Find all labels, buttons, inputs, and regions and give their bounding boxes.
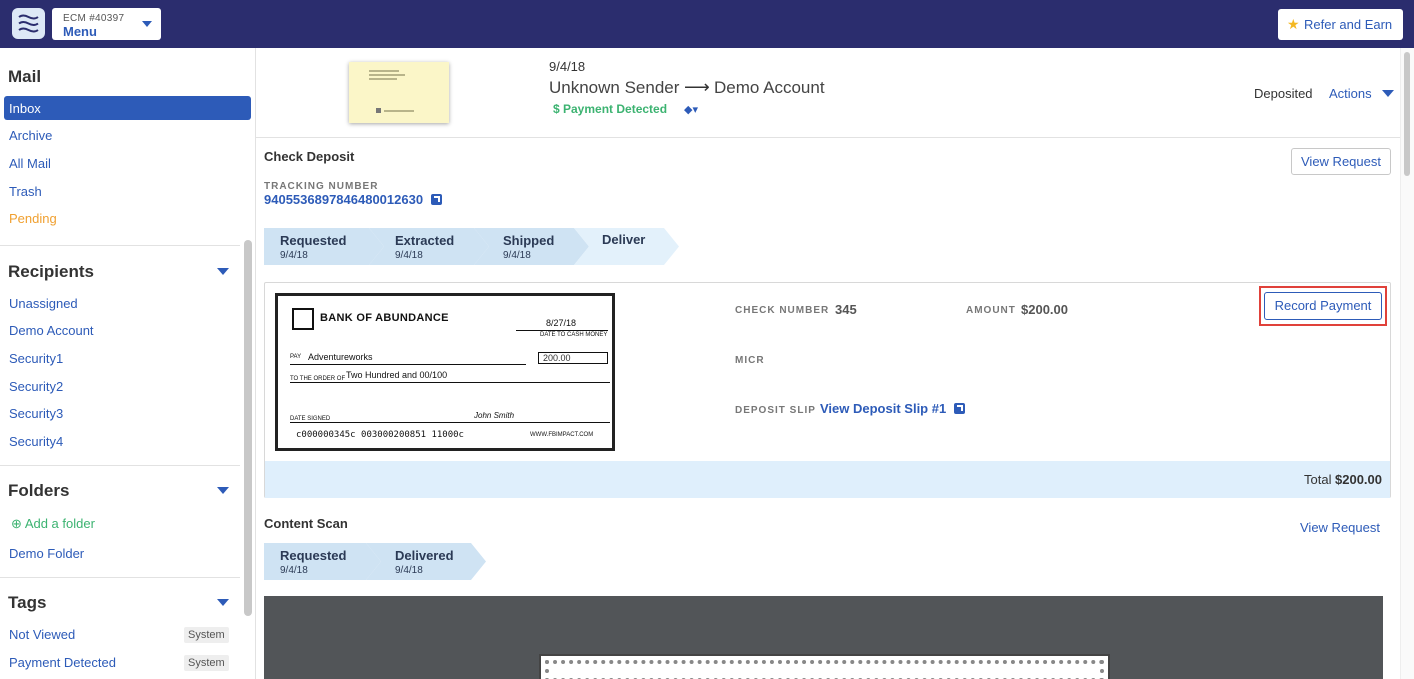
content-scan-viewer[interactable]: [264, 596, 1383, 679]
chevron-down-icon: [142, 21, 152, 27]
account-id: ECM #40397: [63, 13, 125, 24]
total-bar: Total $200.00: [265, 461, 1390, 498]
tracking-number-link[interactable]: 9405536897846480012630: [264, 192, 423, 207]
record-payment-highlight: Record Payment: [1259, 286, 1387, 326]
waves-icon: [18, 14, 39, 33]
top-bar: ECM #40397 Menu ★ Refer and Earn: [0, 0, 1414, 48]
sidebar-item-security3[interactable]: Security3: [9, 406, 63, 421]
check-number-value: 345: [835, 302, 857, 317]
external-link-icon[interactable]: [431, 194, 442, 205]
step-deliver: Deliver: [574, 228, 679, 265]
chevron-down-icon[interactable]: [1382, 90, 1394, 97]
arrow-right-icon: ⟶: [684, 77, 710, 97]
menu-label: Menu: [63, 24, 97, 39]
sidebar-item-demo-account[interactable]: Demo Account: [9, 323, 94, 338]
scanned-document: [539, 654, 1110, 679]
account-menu-button[interactable]: ECM #40397 Menu: [52, 8, 161, 40]
sidebar-item-archive[interactable]: Archive: [9, 128, 52, 143]
mail-sender: Unknown Sender: [549, 78, 680, 97]
recipients-heading: Recipients: [8, 262, 94, 281]
step-extracted: Extracted 9/4/18: [369, 228, 489, 265]
main-scrollbar-thumb[interactable]: [1404, 52, 1410, 176]
system-badge: System: [184, 627, 229, 643]
folders-heading: Folders: [8, 481, 70, 500]
system-badge: System: [184, 655, 229, 671]
sidebar-item-trash[interactable]: Trash: [9, 184, 42, 199]
app-logo-button[interactable]: [12, 8, 45, 39]
tag-dropdown-icon[interactable]: ◆▾: [684, 103, 698, 116]
check-deposit-title: Check Deposit: [264, 149, 355, 164]
mail-heading: Mail: [8, 67, 42, 86]
add-folder-label: Add a folder: [24, 516, 95, 531]
add-folder-button[interactable]: ⊕ Add a folder: [11, 516, 95, 532]
tags-collapse-icon[interactable]: [217, 599, 229, 606]
step-delivered: Delivered 9/4/18: [366, 543, 486, 580]
bank-icon: [292, 308, 314, 330]
mail-recipient: Demo Account: [714, 78, 825, 97]
sidebar-item-pending[interactable]: Pending: [9, 211, 57, 226]
view-request-button[interactable]: View Request: [1291, 148, 1391, 175]
record-payment-button[interactable]: Record Payment: [1264, 292, 1382, 320]
total-label: Total: [1304, 472, 1332, 487]
amount-label: AMOUNT: [966, 305, 1016, 316]
content-scan-view-request-link[interactable]: View Request: [1300, 520, 1380, 535]
step-shipped: Shipped 9/4/18: [474, 228, 589, 265]
content-scan-title: Content Scan: [264, 516, 348, 531]
sidebar-item-security2[interactable]: Security2: [9, 379, 63, 394]
check-image[interactable]: BANK OF ABUNDANCE 8/27/18 DATE TO CASH M…: [275, 293, 615, 451]
sidebar-item-inbox[interactable]: Inbox: [4, 96, 251, 120]
sidebar-item-not-viewed[interactable]: Not Viewed: [9, 627, 75, 642]
mail-status: Deposited: [1254, 86, 1313, 101]
sidebar-item-security4[interactable]: Security4: [9, 434, 63, 449]
sidebar-scrollbar[interactable]: [244, 240, 252, 616]
mail-header: 9/4/18 Unknown Sender ⟶ Demo Account $ P…: [256, 48, 1400, 138]
refer-label: Refer and Earn: [1304, 17, 1393, 32]
envelope-thumbnail[interactable]: [349, 62, 449, 123]
micr-label: MICR: [735, 355, 765, 366]
step-requested: Requested 9/4/18: [264, 543, 381, 580]
divider: [0, 245, 240, 246]
deposit-slip-link[interactable]: View Deposit Slip #1: [820, 401, 946, 416]
divider: [0, 577, 240, 578]
divider: [0, 465, 240, 466]
total-value: $200.00: [1335, 472, 1382, 487]
mail-date: 9/4/18: [549, 59, 586, 74]
refer-and-earn-button[interactable]: ★ Refer and Earn: [1278, 9, 1403, 40]
plus-circle-icon: ⊕: [11, 516, 22, 531]
star-icon: ★: [1287, 16, 1300, 32]
external-link-icon[interactable]: [954, 403, 965, 414]
sidebar-item-label: Inbox: [9, 101, 41, 116]
check-number-label: CHECK NUMBER: [735, 305, 830, 316]
sidebar-item-unassigned[interactable]: Unassigned: [9, 296, 78, 311]
deposit-slip-label: DEPOSIT SLIP: [735, 405, 816, 416]
sidebar-item-all-mail[interactable]: All Mail: [9, 156, 51, 171]
folders-collapse-icon[interactable]: [217, 487, 229, 494]
recipients-collapse-icon[interactable]: [217, 268, 229, 275]
sidebar-item-payment-detected[interactable]: Payment Detected: [9, 655, 116, 670]
step-requested: Requested 9/4/18: [264, 228, 384, 265]
sidebar-item-security1[interactable]: Security1: [9, 351, 63, 366]
check-deposit-progress: Requested 9/4/18 Extracted 9/4/18 Shippe…: [264, 228, 684, 265]
tracking-number-label: TRACKING NUMBER: [264, 181, 379, 192]
check-panel: BANK OF ABUNDANCE 8/27/18 DATE TO CASH M…: [264, 282, 1391, 498]
amount-value: $200.00: [1021, 302, 1068, 317]
divider: [255, 48, 256, 679]
actions-dropdown[interactable]: Actions: [1329, 86, 1372, 101]
content-scan-progress: Requested 9/4/18 Delivered 9/4/18: [264, 543, 494, 580]
payment-detected-flag: $ Payment Detected: [553, 102, 668, 116]
tags-heading: Tags: [8, 593, 47, 612]
sidebar-item-demo-folder[interactable]: Demo Folder: [9, 546, 84, 561]
sidebar: Mail Inbox Archive All Mail Trash Pendin…: [0, 48, 256, 679]
